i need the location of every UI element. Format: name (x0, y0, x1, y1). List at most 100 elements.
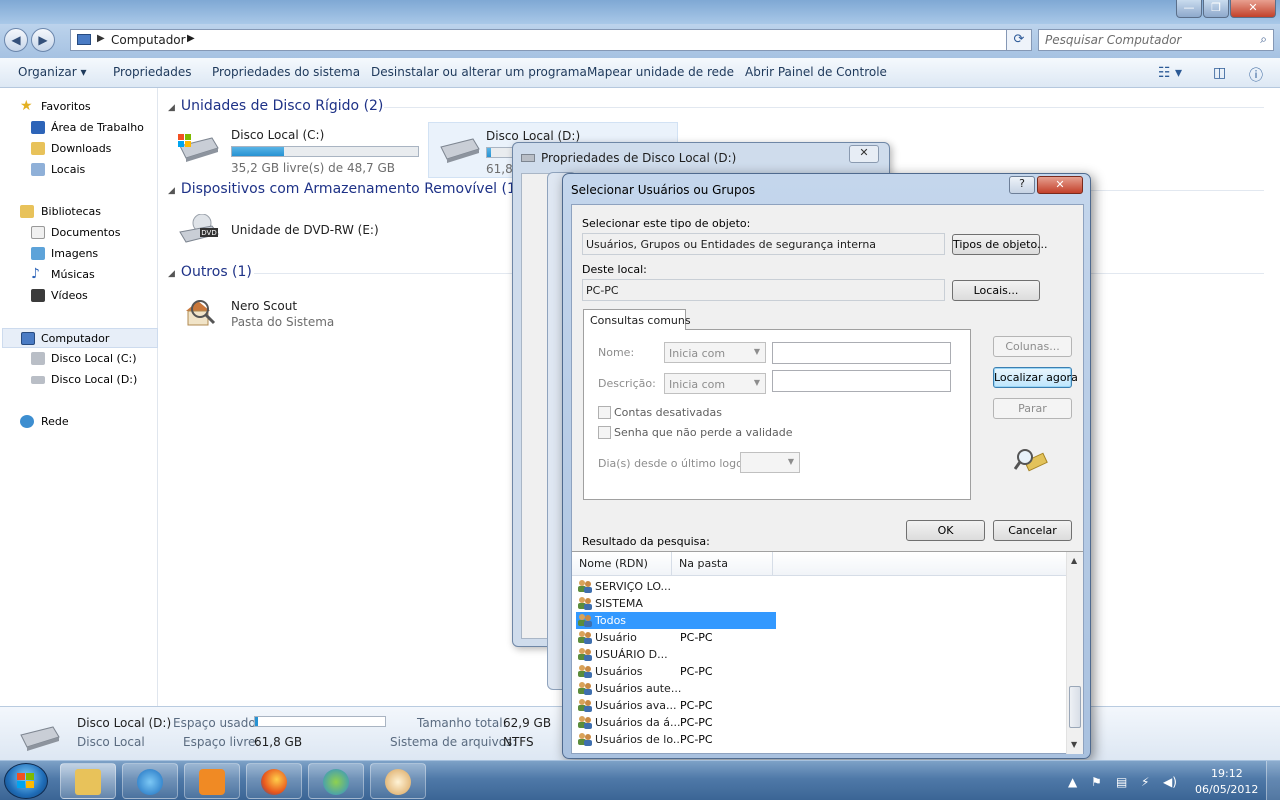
taskbar-internet-explorer[interactable] (122, 763, 178, 799)
search-icon[interactable]: ⌕ (1260, 32, 1267, 47)
show-hidden-icons-icon[interactable]: ▲ (1068, 775, 1077, 789)
drive-c[interactable]: Disco Local (C:) 35,2 GB livre(s) de 48,… (168, 122, 424, 178)
drive-dvd[interactable]: DVD Unidade de DVD-RW (E:) (168, 204, 424, 260)
taskbar-firefox[interactable] (246, 763, 302, 799)
uninstall-program-button[interactable]: Desinstalar ou alterar um programa (371, 65, 587, 79)
days-since-logon-select[interactable]: ▼ (740, 452, 800, 473)
columns-button[interactable]: Colunas... (993, 336, 1072, 357)
command-bar: Organizar ▾ Propriedades Propriedades do… (0, 58, 1280, 88)
result-name: Todos (595, 614, 627, 627)
nav-network[interactable]: Rede (0, 412, 156, 432)
properties-close-button[interactable]: ✕ (849, 145, 879, 163)
column-header-folder[interactable]: Na pasta (672, 552, 773, 576)
action-center-flag-icon[interactable]: ⚑ (1091, 775, 1102, 789)
no-expire-password-checkbox[interactable] (598, 426, 611, 439)
dialog-close-button[interactable]: ✕ (1037, 176, 1083, 194)
nav-places[interactable]: Locais (0, 160, 156, 180)
name-mode-value: Inicia com (669, 347, 726, 360)
nav-downloads[interactable]: Downloads (0, 139, 156, 159)
system-properties-button[interactable]: Propriedades do sistema (212, 65, 360, 79)
results-scrollbar[interactable]: ▲ ▼ (1066, 552, 1083, 754)
breadcrumb-computer[interactable]: Computador (111, 33, 186, 47)
scroll-down-icon[interactable]: ▼ (1071, 740, 1077, 749)
refresh-button[interactable]: ⟳ (1006, 29, 1032, 51)
details-used-label: Espaço usado: (173, 716, 260, 730)
result-row[interactable]: Todos (576, 612, 776, 629)
name-mode-select[interactable]: Inicia com ▼ (664, 342, 766, 363)
map-network-drive-button[interactable]: Mapear unidade de rede (587, 65, 734, 79)
organize-button[interactable]: Organizar ▾ (18, 65, 87, 79)
name-input[interactable] (772, 342, 951, 364)
volume-icon[interactable]: ◀) (1163, 775, 1177, 789)
nero-scout-type: Pasta do Sistema (231, 315, 335, 329)
nero-scout[interactable]: Nero Scout Pasta do Sistema (168, 288, 424, 344)
show-desktop-button[interactable] (1266, 761, 1280, 800)
breadcrumb-separator-icon[interactable]: ▶ (187, 33, 195, 44)
nav-music[interactable]: ♪ Músicas (0, 265, 156, 285)
result-row[interactable]: Usuários ava... PC-PC (576, 697, 776, 714)
open-control-panel-button[interactable]: Abrir Painel de Controle (745, 65, 887, 79)
ok-button[interactable]: OK (906, 520, 985, 541)
nav-desktop-label: Área de Trabalho (51, 121, 144, 134)
nav-favorites[interactable]: ★ Favoritos (0, 97, 156, 117)
scroll-up-icon[interactable]: ▲ (1071, 556, 1077, 565)
power-icon[interactable]: ⚡ (1141, 775, 1149, 789)
nav-desktop[interactable]: Área de Trabalho (0, 118, 156, 138)
clock-time[interactable]: 19:12 (1211, 767, 1243, 780)
folder-icon (75, 769, 101, 795)
result-row[interactable]: Usuário PC-PC (576, 629, 776, 646)
result-row[interactable]: Usuários de lo... PC-PC (576, 731, 776, 748)
result-row[interactable]: Usuários PC-PC (576, 663, 776, 680)
tab-common-queries[interactable]: Consultas comuns (583, 309, 691, 330)
find-now-button[interactable]: Localizar agora (993, 367, 1078, 388)
taskbar-paint[interactable] (370, 763, 426, 799)
network-tray-icon[interactable]: ▤ (1116, 775, 1127, 789)
nav-computer[interactable]: Computador (2, 328, 158, 348)
search-input[interactable]: Pesquisar Computador ⌕ (1038, 29, 1274, 51)
result-row[interactable]: SISTEMA (576, 595, 776, 612)
disabled-accounts-checkbox[interactable] (598, 406, 611, 419)
minimize-button[interactable]: — (1176, 0, 1202, 18)
cancel-button[interactable]: Cancelar (993, 520, 1072, 541)
help-icon[interactable]: ⓘ (1249, 65, 1263, 85)
nav-documents[interactable]: Documentos (0, 223, 156, 243)
forward-button[interactable]: ▶ (31, 28, 55, 52)
drive-d-name: Disco Local (D:) (486, 129, 581, 143)
result-row[interactable]: SERVIÇO LO... (576, 578, 776, 595)
results-list[interactable]: Nome (RDN) Na pasta SERVIÇO LO... SISTEMA… (572, 551, 1083, 754)
locations-button[interactable]: Locais... (952, 280, 1040, 301)
back-button[interactable]: ◀ (4, 28, 28, 52)
object-types-button[interactable]: Tipos de objeto... (952, 234, 1048, 255)
description-input[interactable] (772, 370, 951, 392)
taskbar-media-player[interactable] (184, 763, 240, 799)
close-button[interactable]: ✕ (1230, 0, 1276, 18)
nav-images[interactable]: Imagens (0, 244, 156, 264)
taskbar-messenger[interactable] (308, 763, 364, 799)
taskbar-explorer[interactable] (60, 763, 116, 799)
paint-icon (385, 769, 411, 795)
nav-videos[interactable]: Vídeos (0, 286, 156, 306)
scroll-thumb[interactable] (1069, 686, 1081, 728)
help-button[interactable]: ? (1009, 176, 1035, 194)
maximize-button[interactable]: ❐ (1203, 0, 1229, 18)
result-row[interactable]: USUÁRIO D... (576, 646, 776, 663)
preview-pane-icon[interactable]: ◫ (1213, 65, 1226, 81)
view-options-icon[interactable]: ☷ ▾ (1158, 65, 1182, 81)
description-mode-select[interactable]: Inicia com ▼ (664, 373, 766, 394)
nav-libraries[interactable]: Bibliotecas (0, 202, 156, 222)
dvd-drive-icon: DVD (179, 214, 219, 243)
column-header-name[interactable]: Nome (RDN) (572, 552, 672, 576)
result-row[interactable]: Usuários aute... (576, 680, 776, 697)
taskbar: ▲ ⚑ ▤ ⚡ ◀) 19:12 06/05/2012 (0, 760, 1280, 800)
stop-button[interactable]: Parar (993, 398, 1072, 419)
nav-disk-c[interactable]: Disco Local (C:) (0, 349, 156, 369)
group-hard-disks[interactable]: ◢ Unidades de Disco Rígido (2) (168, 98, 383, 114)
result-row[interactable]: Usuários da á... PC-PC (576, 714, 776, 731)
start-button[interactable] (4, 763, 48, 799)
clock-date[interactable]: 06/05/2012 (1195, 783, 1258, 796)
group-others[interactable]: ◢ Outros (1) (168, 264, 252, 280)
nav-disk-d[interactable]: Disco Local (D:) (0, 370, 156, 390)
group-removable[interactable]: ◢ Dispositivos com Armazenamento Removíve… (168, 181, 521, 197)
address-bar[interactable]: ▶ Computador ▶ ▼ (70, 29, 1032, 51)
properties-button[interactable]: Propriedades (113, 65, 192, 79)
